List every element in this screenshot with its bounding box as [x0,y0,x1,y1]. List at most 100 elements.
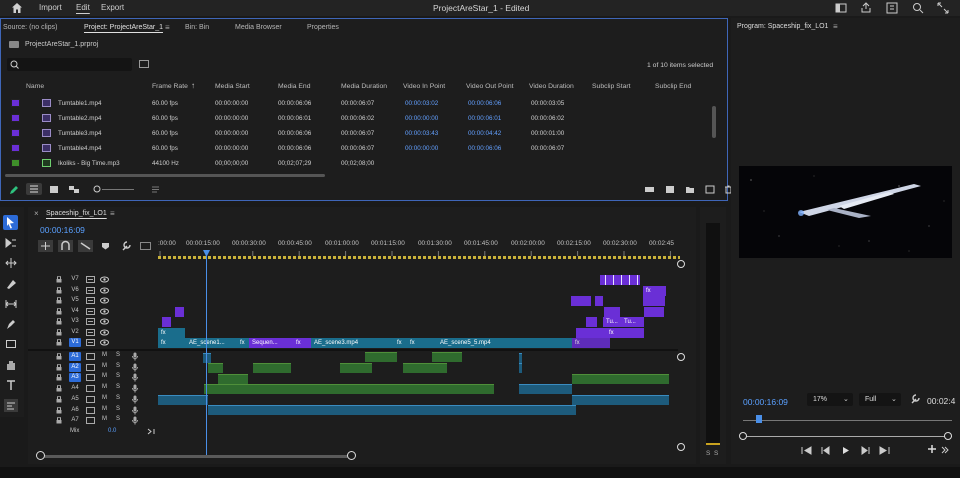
sync-lock-icon[interactable] [86,307,95,315]
timeline-clip[interactable]: Tu... [603,317,621,327]
horizontal-scrollbar[interactable] [5,174,325,177]
quick-export-icon[interactable] [886,2,898,14]
mute-button[interactable]: M [102,406,107,412]
track-target-v2[interactable]: V2 [69,328,81,337]
icon-view-icon[interactable] [49,185,59,194]
timeline-clip[interactable] [644,307,664,317]
captions-icon[interactable] [140,242,151,250]
program-zoom-right-handle[interactable] [944,432,952,440]
hand-tool-icon[interactable] [5,359,17,371]
clip-name[interactable]: Ikoliks - Big Time.mp3 [58,160,120,167]
menu-edit[interactable]: Edit [76,3,90,12]
clip-name[interactable]: Tumtable4.mp4 [58,145,102,152]
find-icon[interactable] [665,185,675,194]
timeline-clip[interactable] [604,307,620,317]
track-target-v1[interactable]: V1 [69,338,81,347]
eye-icon[interactable] [100,318,109,325]
lock-icon[interactable] [56,385,62,392]
sync-lock-icon[interactable] [86,385,95,393]
lock-icon[interactable] [56,307,62,315]
program-monitor-title[interactable]: Program: Spaceship_fix_LO1 [737,23,828,30]
export-frame-icon[interactable] [941,446,949,454]
tab-source[interactable]: Source: (no clips) [3,24,57,31]
eye-icon[interactable] [100,287,109,294]
share-icon[interactable] [860,2,872,14]
microphone-icon[interactable] [132,352,138,361]
step-forward-icon[interactable] [861,446,870,455]
table-row[interactable]: Tumtable1.mp4 60.00 fps 00:00:00:00 00:00:0… [1,96,711,111]
new-bin-icon[interactable] [685,185,695,194]
col-media-duration[interactable]: Media Duration [341,83,387,90]
sort-icons-icon[interactable] [151,185,160,194]
solo-button[interactable]: S [116,416,120,422]
timeline-clip[interactable] [586,317,597,327]
timeline-clip[interactable] [595,296,603,306]
track-target-a3[interactable]: A3 [69,373,81,383]
audio-clip[interactable] [519,353,522,363]
col-video-duration[interactable]: Video Duration [529,83,574,90]
slip-tool-icon[interactable] [5,298,17,310]
cell-vout[interactable]: 00:00:06:01 [468,115,501,122]
lock-icon[interactable] [56,374,62,381]
timeline-timecode[interactable]: 00:00:16:09 [40,225,85,235]
linked-selection-icon[interactable] [78,240,93,252]
nest-icon[interactable] [38,240,53,252]
program-scrub-ruler[interactable] [743,420,952,421]
table-row[interactable]: Ikoliks - Big Time.mp3 44100 Hz 00;00;00;0… [1,156,711,171]
timeline-clip[interactable]: AE_scene3.mp4 [311,338,407,348]
freeform-view-icon[interactable] [68,185,80,194]
timeline-clip[interactable]: fx [643,286,666,296]
add-marker-icon[interactable] [101,242,110,250]
timeline-clip[interactable]: fx [158,338,186,348]
track-target-a6[interactable]: A6 [69,406,81,415]
close-sequence-icon[interactable]: × [34,209,39,218]
zoom-slider[interactable] [102,189,134,190]
sync-lock-icon[interactable] [86,417,95,425]
lock-icon[interactable] [56,417,62,424]
go-to-out-icon[interactable] [879,446,890,455]
eye-icon[interactable] [100,308,109,315]
pen-tool-icon[interactable] [5,318,17,330]
audio-clip[interactable] [572,374,669,384]
solo-button[interactable]: S [116,395,120,401]
audio-clip[interactable] [208,405,576,415]
microphone-icon[interactable] [132,395,138,404]
fx-badge[interactable]: fx [237,338,249,348]
audio-clip[interactable] [519,384,572,394]
timeline-clip[interactable]: fx [158,328,185,338]
mix-end-icon[interactable] [147,428,155,435]
program-video-frame[interactable] [739,166,952,258]
timeline-clip[interactable]: Tu... [621,317,644,327]
audio-clip[interactable] [572,395,669,405]
step-back-icon[interactable] [821,446,830,455]
timeline-clip[interactable] [576,328,606,338]
mute-button[interactable]: M [102,416,107,422]
sequence-tab[interactable]: Spaceship_fix_LO1 [46,210,107,217]
sync-lock-icon[interactable] [86,276,95,283]
zoom-select[interactable]: 17% ⌄ [807,393,853,406]
lock-icon[interactable] [56,328,62,336]
mute-button[interactable]: M [102,395,107,401]
microphone-icon[interactable] [132,384,138,393]
label-color-swatch[interactable] [11,99,20,107]
selection-tool-icon[interactable] [3,215,18,230]
clip-name[interactable]: Tumtable1.mp4 [58,100,102,107]
sync-lock-icon[interactable] [86,328,95,336]
timeline-clip[interactable] [545,338,572,348]
cell-vout[interactable]: 00:00:06:06 [468,100,501,107]
solo-button[interactable]: S [116,363,120,369]
wrench-icon[interactable] [121,241,131,251]
timeline-clip[interactable] [162,317,171,327]
timeline-clip[interactable]: fx [606,328,644,338]
label-color-swatch[interactable] [11,159,20,167]
timeline-clip[interactable]: AE_scene5_5.mp4 [437,338,545,348]
sync-lock-icon[interactable] [86,286,95,294]
add-button-icon[interactable] [927,444,937,454]
fullscreen-icon[interactable] [937,2,949,14]
table-row[interactable]: Tumtable3.mp4 60.00 fps 00:00:00:00 00:00:0… [1,126,711,141]
sync-lock-icon[interactable] [86,374,95,382]
timeline-clip[interactable] [571,296,591,306]
track-target-v5[interactable]: V5 [69,296,81,305]
sequence-menu-icon[interactable]: ≡ [110,209,115,218]
track-target-v3[interactable]: V3 [69,317,81,326]
